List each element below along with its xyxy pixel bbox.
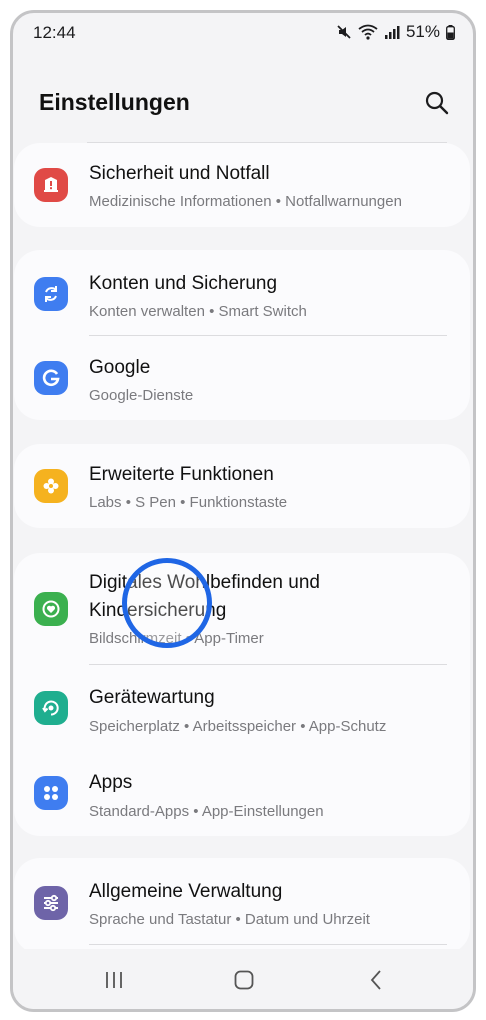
item-subtitle: Google-Dienste: [89, 387, 194, 404]
item-title: Google: [89, 357, 151, 378]
status-icons: 51%: [336, 22, 455, 42]
item-title: Erweiterte Funktionen: [89, 464, 274, 485]
item-title: Konten und Sicherung: [89, 273, 278, 294]
item-subtitle: Speicherplatz • Arbeitsspeicher • App-Sc…: [89, 718, 387, 735]
settings-group-general: Allgemeine Verwaltung Sprache und Tastat…: [14, 858, 470, 954]
device-care-icon: [34, 691, 68, 725]
settings-item-digital-wellbeing[interactable]: Digitales Wohlbefinden und Kindersicheru…: [14, 553, 470, 664]
home-icon: [234, 970, 254, 990]
item-subtitle: Labs • S Pen • Funktionstaste: [89, 494, 288, 511]
item-title: Apps: [89, 772, 133, 793]
item-subtitle: Sprache und Tastatur • Datum und Uhrzeit: [89, 911, 370, 928]
settings-item-general-management[interactable]: Allgemeine Verwaltung Sprache und Tastat…: [14, 858, 470, 944]
settings-group-device: Digitales Wohlbefinden und Kindersicheru…: [14, 553, 470, 836]
heart-ring-icon: [34, 592, 68, 626]
home-button[interactable]: [229, 967, 259, 993]
google-g-icon: [34, 361, 68, 395]
navigation-bar: [13, 949, 473, 1009]
flower-gear-icon: [34, 469, 68, 503]
mute-icon: [337, 25, 351, 39]
safety-emergency-icon: [34, 168, 68, 202]
back-button[interactable]: [361, 967, 391, 993]
settings-item-advanced-features[interactable]: Erweiterte Funktionen Labs • S Pen • Fun…: [14, 444, 470, 528]
signal-icon: [384, 26, 400, 39]
settings-item-device-care[interactable]: Gerätewartung Speicherplatz • Arbeitsspe…: [14, 664, 470, 750]
settings-item-google[interactable]: Google Google-Dienste: [14, 335, 470, 420]
settings-item-accounts-backup[interactable]: Konten und Sicherung Konten verwalten • …: [14, 250, 470, 335]
apps-grid-icon: [34, 776, 68, 810]
sync-arrows-icon: [34, 277, 68, 311]
settings-group-advanced: Erweiterte Funktionen Labs • S Pen • Fun…: [14, 444, 470, 528]
back-icon: [370, 970, 381, 990]
sliders-icon: [34, 886, 68, 920]
status-bar: 12:44 51%: [13, 13, 473, 53]
settings-item-apps[interactable]: Apps Standard-Apps • App-Einstellungen: [14, 750, 470, 836]
wifi-icon: [358, 24, 378, 40]
item-subtitle: Konten verwalten • Smart Switch: [89, 303, 307, 320]
item-subtitle: Standard-Apps • App-Einstellungen: [89, 803, 324, 820]
search-icon[interactable]: [423, 89, 451, 117]
item-title: Allgemeine Verwaltung: [89, 881, 283, 902]
settings-group-safety: Sicherheit und Notfall Medizinische Info…: [14, 143, 470, 227]
status-time: 12:44: [33, 23, 76, 42]
item-title: Sicherheit und Notfall: [89, 163, 270, 184]
phone-screen: 12:44 51% Einstellungen Sicherheit und N…: [10, 10, 476, 1012]
settings-group-accounts: Konten und Sicherung Konten verwalten • …: [14, 250, 470, 420]
tap-indicator-ring: [122, 558, 212, 648]
recent-apps-button[interactable]: [99, 967, 129, 993]
battery-icon: [446, 24, 455, 40]
battery-percent: 51%: [405, 22, 440, 41]
item-title: Gerätewartung: [89, 687, 215, 708]
recent-apps-icon: [106, 972, 122, 988]
item-subtitle: Medizinische Informationen • Notfallwarn…: [89, 193, 402, 210]
settings-item-safety-emergency[interactable]: Sicherheit und Notfall Medizinische Info…: [14, 143, 470, 227]
item-divider: [89, 944, 447, 945]
page-title: Einstellungen: [39, 89, 190, 115]
